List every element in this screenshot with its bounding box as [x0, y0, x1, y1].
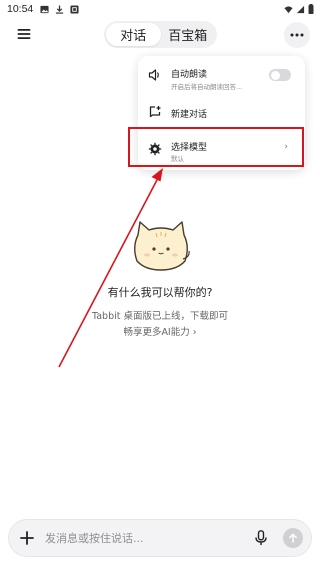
mic-icon[interactable] — [254, 530, 268, 546]
annotation-highlight-box — [128, 127, 304, 167]
menu-item-auto-read-subtitle: 开启后将自动朗读回答... — [171, 83, 243, 91]
new-chat-icon — [149, 106, 161, 118]
auto-read-toggle[interactable] — [269, 69, 291, 81]
toggle-knob — [270, 70, 280, 80]
status-bar: 10:54 — [0, 0, 320, 18]
menu-item-auto-read[interactable]: 自动朗读 开启后将自动朗读回答... — [138, 56, 305, 94]
status-time: 10:54 — [7, 3, 34, 15]
menu-item-auto-read-title: 自动朗读 — [171, 70, 208, 80]
image-icon — [40, 5, 49, 13]
wifi-icon — [284, 5, 293, 13]
more-button[interactable] — [284, 22, 310, 48]
welcome-subtitle: Tabbit 桌面版已上线，下载即可 畅享更多AI能力 › — [0, 309, 320, 341]
tab-toolbox[interactable]: 百宝箱 — [161, 23, 216, 46]
arrow-up-icon — [289, 533, 297, 543]
signal-icon — [296, 5, 305, 13]
menu-item-new-chat-title: 新建对话 — [171, 110, 208, 120]
menu-item-new-chat[interactable]: 新建对话 — [138, 94, 305, 128]
battery-icon — [308, 4, 314, 14]
send-button[interactable] — [283, 528, 303, 548]
welcome-line-1: Tabbit 桌面版已上线，下载即可 — [92, 311, 228, 322]
message-input[interactable] — [45, 528, 245, 548]
tab-switcher: 对话 百宝箱 — [104, 21, 217, 48]
app-icon — [70, 4, 79, 14]
desktop-download-link[interactable]: 畅享更多AI能力 › — [0, 325, 320, 341]
download-icon — [56, 4, 64, 14]
plus-icon[interactable] — [20, 531, 34, 545]
speaker-icon — [148, 69, 159, 81]
cat-mascot — [134, 221, 190, 271]
message-composer — [8, 519, 312, 557]
welcome-title: 有什么我可以帮你的? — [107, 286, 213, 299]
menu-button[interactable] — [12, 22, 36, 46]
hamburger-menu-icon — [17, 29, 31, 39]
more-dots-icon — [290, 33, 304, 37]
tab-chat[interactable]: 对话 — [106, 23, 161, 46]
